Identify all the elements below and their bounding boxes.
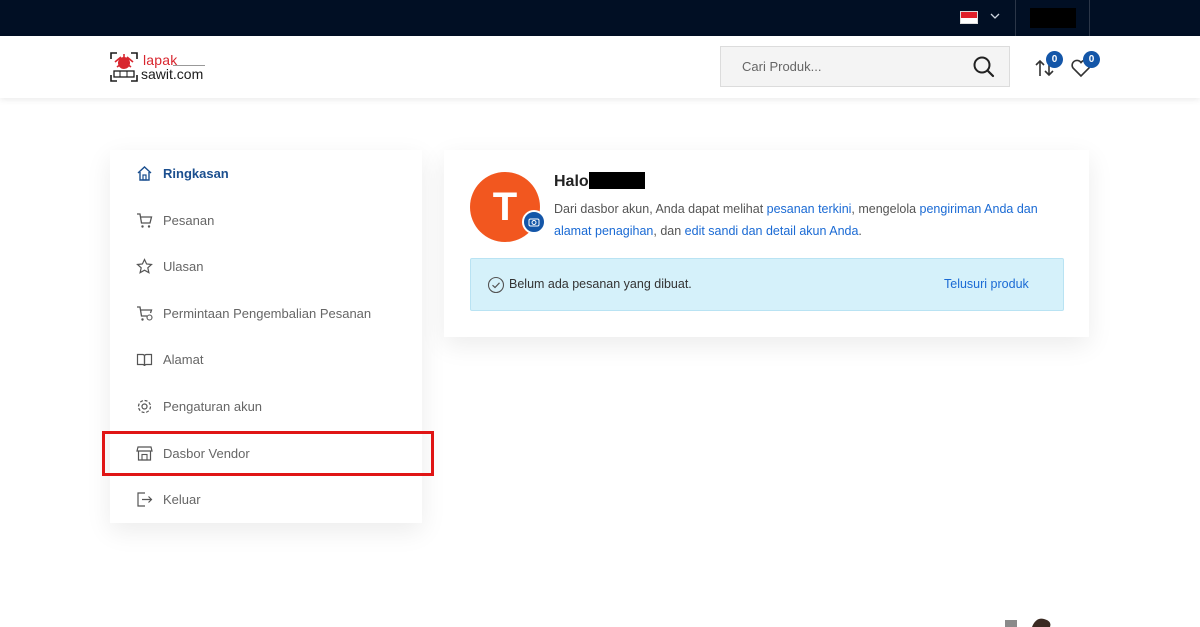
check-circle-icon	[487, 276, 505, 294]
home-icon	[137, 166, 152, 181]
main-header: lapak sawit.com 0 0	[0, 36, 1200, 98]
logo-text-sawit: sawit.com	[141, 66, 204, 82]
chevron-down-icon[interactable]	[989, 10, 1001, 22]
book-icon	[136, 353, 153, 367]
cart-icon	[137, 213, 153, 228]
sidebar-item-label: Permintaan Pengembalian Pesanan	[163, 306, 372, 321]
recent-orders-link[interactable]: pesanan terkini	[767, 202, 852, 216]
sidebar-item-pengaturan[interactable]: Pengaturan akun	[110, 383, 422, 429]
logout-icon	[137, 492, 153, 507]
sidebar-item-pesanan[interactable]: Pesanan	[110, 197, 422, 243]
wishlist-count-badge: 0	[1083, 51, 1100, 68]
logo-mark-icon	[110, 52, 138, 82]
search-icon[interactable]	[971, 54, 997, 80]
dashboard-panel: T Halo Dari dasbor akun, Anda dapat meli…	[444, 150, 1089, 337]
search-bar	[720, 46, 1010, 87]
cart-return-icon	[137, 306, 153, 321]
divider	[1015, 0, 1016, 36]
indonesia-flag-icon[interactable]	[960, 11, 978, 24]
dashboard-description: Dari dasbor akun, Anda dapat melihat pes…	[554, 202, 1038, 238]
user-name-redacted	[589, 172, 645, 189]
star-icon	[136, 258, 153, 274]
top-bar	[0, 0, 1200, 36]
sidebar-item-keluar[interactable]: Keluar	[110, 476, 422, 522]
account-details-link[interactable]: edit sandi dan detail akun Anda	[685, 224, 859, 238]
sidebar-item-alamat[interactable]: Alamat	[110, 336, 422, 382]
browse-products-link[interactable]: Telusuri produk	[944, 277, 1029, 291]
sidebar-item-label: Pengaturan akun	[163, 399, 263, 414]
site-logo[interactable]: lapak sawit.com	[109, 51, 209, 85]
gear-icon	[137, 399, 152, 414]
highlight-annotation	[102, 431, 434, 476]
compare-count-badge: 0	[1046, 51, 1063, 68]
notice-text: Belum ada pesanan yang dibuat.	[509, 277, 692, 291]
sidebar-item-pengembalian[interactable]: Permintaan Pengembalian Pesanan	[110, 290, 422, 336]
greeting-text: Halo	[554, 173, 589, 190]
sidebar-item-ringkasan[interactable]: Ringkasan	[110, 150, 422, 196]
sidebar-item-label: Ulasan	[163, 259, 204, 274]
divider	[1089, 0, 1090, 36]
sidebar-item-label: Ringkasan	[163, 166, 229, 181]
user-menu-redacted[interactable]	[1030, 8, 1076, 28]
camera-icon[interactable]	[522, 210, 546, 234]
sidebar-item-ulasan[interactable]: Ulasan	[110, 243, 422, 289]
sidebar-item-label: Keluar	[163, 492, 201, 507]
decorative-figure-icon	[1005, 618, 1051, 627]
sidebar-item-label: Alamat	[163, 352, 204, 367]
no-orders-notice: Belum ada pesanan yang dibuat. Telusuri …	[470, 258, 1064, 311]
search-input[interactable]	[721, 47, 961, 86]
sidebar-item-label: Pesanan	[163, 213, 215, 228]
